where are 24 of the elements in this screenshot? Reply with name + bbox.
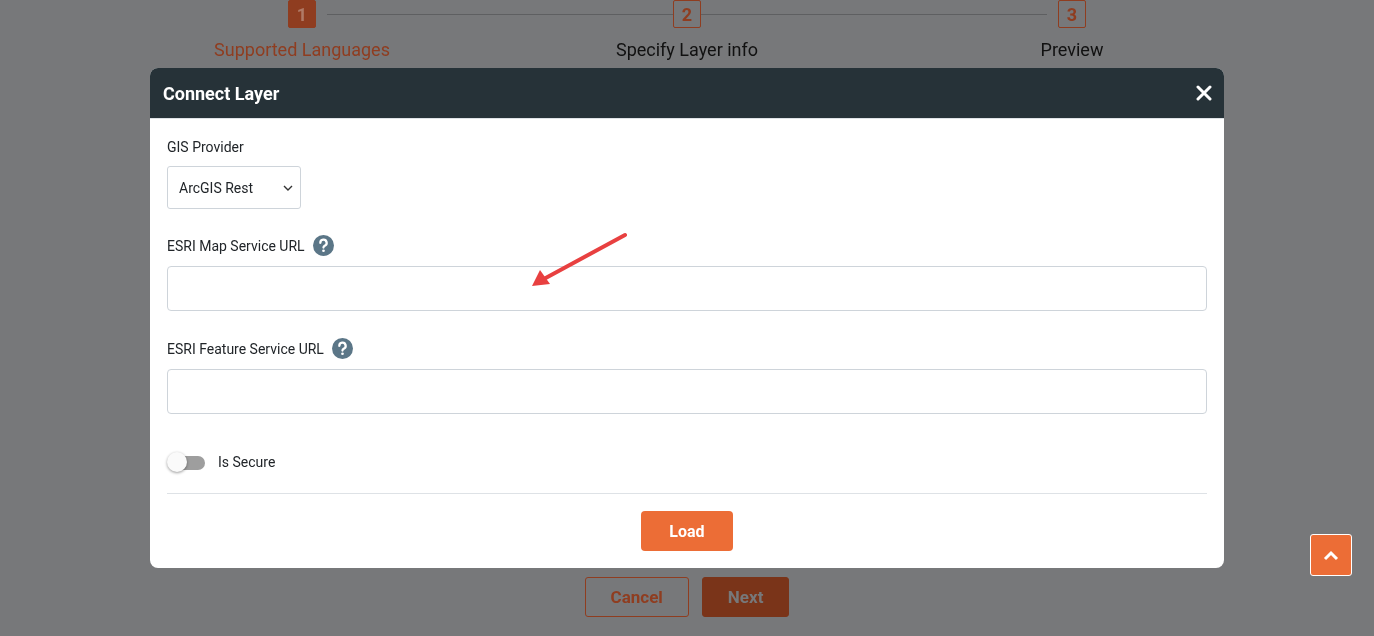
help-icon[interactable] xyxy=(312,235,334,256)
chevron-up-icon xyxy=(1322,549,1340,561)
scroll-top-button[interactable] xyxy=(1310,534,1352,576)
step-label: Specify Layer info xyxy=(615,39,759,60)
load-button[interactable]: Load xyxy=(641,511,733,551)
dialog-title: Connect Layer xyxy=(163,82,280,104)
step-label: Supported Languages xyxy=(214,39,390,60)
url-field[interactable] xyxy=(167,369,1207,414)
field-label: ESRI Map Service URL xyxy=(167,237,305,254)
step-label: Preview xyxy=(1040,39,1104,60)
toggle-label: Is Secure xyxy=(218,454,276,470)
provider-dropdown[interactable]: ArcGIS Rest xyxy=(167,166,301,209)
step-number[interactable]: 1 xyxy=(288,0,316,28)
step-number[interactable]: 2 xyxy=(673,0,701,28)
toggle-switch[interactable] xyxy=(167,451,205,473)
field-label: ESRI Feature Service URL xyxy=(167,340,324,357)
next-button[interactable]: Next xyxy=(701,577,790,617)
cancel-button[interactable]: Cancel xyxy=(584,577,689,617)
close-icon[interactable] xyxy=(1196,85,1212,101)
url-field[interactable] xyxy=(167,266,1207,311)
step-number[interactable]: 3 xyxy=(1058,0,1086,28)
caret-icon xyxy=(282,183,294,192)
help-icon[interactable] xyxy=(331,338,353,359)
field-label: GIS Provider xyxy=(167,139,245,155)
